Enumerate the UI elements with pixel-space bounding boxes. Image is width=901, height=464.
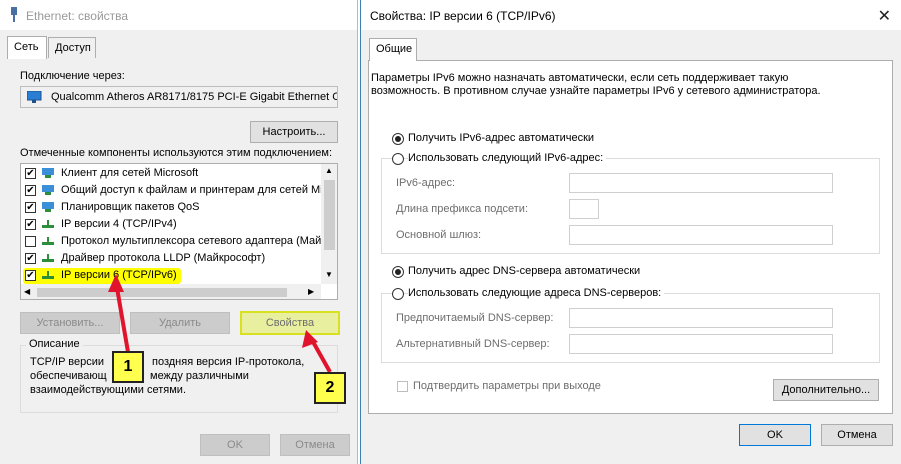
- component-label: Драйвер протокола LLDP (Майкрософт): [61, 252, 266, 264]
- ok-button[interactable]: OK: [200, 434, 270, 456]
- protocol-icon: [42, 220, 54, 228]
- prefix-length-field[interactable]: [569, 199, 599, 219]
- ipv6-address-label: IPv6-адрес:: [396, 177, 456, 189]
- network-service-icon: [42, 185, 54, 195]
- network-adapter-icon: [11, 7, 17, 22]
- list-item[interactable]: Протокол мультиплексора сетевого адаптер…: [21, 234, 321, 250]
- component-label: Клиент для сетей Microsoft: [61, 167, 199, 179]
- remove-button[interactable]: Удалить: [130, 312, 230, 334]
- title-bar: Свойства: IP версии 6 (TCP/IPv6) ✕: [361, 0, 901, 30]
- checkbox[interactable]: ✔: [25, 202, 36, 213]
- list-item[interactable]: ✔ Общий доступ к файлам и принтерам для …: [21, 183, 323, 199]
- advanced-button[interactable]: Дополнительно...: [773, 379, 879, 401]
- components-rows: ✔ Клиент для сетей Microsoft ✔ Общий дос…: [21, 164, 323, 284]
- manual-ip-radio[interactable]: [392, 153, 404, 165]
- validate-label: Подтвердить параметры при выходе: [413, 380, 601, 392]
- alternate-dns-label: Альтернативный DNS-сервер:: [396, 338, 550, 350]
- adapter-name: Qualcomm Atheros AR8171/8175 PCI-E Gigab…: [51, 91, 338, 103]
- annotation-badge-1: 1: [112, 351, 144, 383]
- checkbox[interactable]: ✔: [25, 219, 36, 230]
- list-item[interactable]: ✔ Драйвер протокола LLDP (Майкрософт): [21, 251, 321, 267]
- checkbox[interactable]: ✔: [25, 253, 36, 264]
- network-client-icon: [42, 168, 54, 178]
- component-label: IP версии 4 (TCP/IPv4): [61, 218, 177, 230]
- list-item-selected[interactable]: ✔ IP версии 6 (TCP/IPv6): [23, 268, 181, 284]
- cancel-button[interactable]: Отмена: [821, 424, 893, 446]
- scroll-thumb-h[interactable]: [37, 288, 287, 297]
- component-label: IP версии 6 (TCP/IPv6): [61, 269, 177, 281]
- list-item[interactable]: ✔ Клиент для сетей Microsoft: [21, 166, 321, 182]
- tab-network[interactable]: Сеть: [7, 36, 47, 59]
- description-line-3: взаимодействующими сетями.: [30, 384, 187, 396]
- validate-checkbox[interactable]: [397, 381, 408, 392]
- protocol-icon: [42, 237, 54, 245]
- cancel-button[interactable]: Отмена: [280, 434, 350, 456]
- description-title: Описание: [26, 338, 83, 350]
- description-suffix-1: поздняя версия IP-протокола,: [152, 356, 305, 368]
- connect-using-label: Подключение через:: [20, 70, 125, 82]
- list-item[interactable]: ✔ Планировщик пакетов QoS: [21, 200, 321, 216]
- prefix-length-label: Длина префикса подсети:: [396, 203, 528, 215]
- manual-dns-radio[interactable]: [392, 288, 404, 300]
- intro-line-1: Параметры IPv6 можно назначать автоматич…: [371, 72, 789, 84]
- manual-dns-label: Использовать следующие адреса DNS-сервер…: [408, 287, 665, 299]
- list-item[interactable]: ✔ IP версии 4 (TCP/IPv4): [21, 217, 321, 233]
- auto-ip-radio[interactable]: [392, 133, 404, 145]
- components-label: Отмеченные компоненты используются этим …: [20, 147, 333, 159]
- adapter-field: Qualcomm Atheros AR8171/8175 PCI-E Gigab…: [20, 86, 338, 108]
- tab-general[interactable]: Общие: [369, 38, 417, 61]
- window-title: Свойства: IP версии 6 (TCP/IPv6): [370, 9, 556, 23]
- properties-button[interactable]: Свойства: [240, 311, 340, 335]
- gateway-field[interactable]: [569, 225, 833, 245]
- manual-ip-label: Использовать следующий IPv6-адрес:: [408, 152, 607, 164]
- protocol-icon: [42, 271, 54, 279]
- close-icon[interactable]: ✕: [878, 6, 891, 26]
- auto-dns-label: Получить адрес DNS-сервера автоматически: [408, 265, 641, 277]
- ipv6-address-field[interactable]: [569, 173, 833, 193]
- component-label: Общий доступ к файлам и принтерам для се…: [61, 184, 323, 196]
- ethernet-properties-window: Ethernet: свойства Сеть Доступ Подключен…: [0, 0, 358, 464]
- checkbox[interactable]: ✔: [25, 270, 36, 281]
- auto-dns-radio[interactable]: [392, 266, 404, 278]
- alternate-dns-field[interactable]: [569, 334, 833, 354]
- network-service-icon: [42, 202, 54, 212]
- preferred-dns-label: Предпочитаемый DNS-сервер:: [396, 312, 554, 324]
- network-adapter-icon: [27, 91, 42, 103]
- scroll-up-icon[interactable]: ▲: [325, 166, 333, 175]
- auto-ip-label: Получить IPv6-адрес автоматически: [408, 132, 595, 144]
- checkbox[interactable]: [25, 236, 36, 247]
- component-label: Протокол мультиплексора сетевого адаптер…: [61, 235, 322, 247]
- scroll-thumb[interactable]: [324, 180, 335, 250]
- window-title: Ethernet: свойства: [26, 9, 129, 23]
- intro-line-2: возможность. В противном случае узнайте …: [371, 85, 821, 97]
- description-line-1: TCP/IP версии: [30, 356, 105, 368]
- ok-button[interactable]: OK: [739, 424, 811, 446]
- protocol-icon: [42, 254, 54, 262]
- title-bar: Ethernet: свойства: [0, 0, 357, 30]
- description-suffix-2: между различными: [150, 370, 249, 382]
- tab-sharing[interactable]: Доступ: [48, 37, 96, 58]
- checkbox[interactable]: ✔: [25, 185, 36, 196]
- scroll-left-icon[interactable]: ◀: [24, 287, 30, 296]
- gateway-label: Основной шлюз:: [396, 229, 482, 241]
- annotation-badge-2: 2: [314, 372, 346, 404]
- component-label: Планировщик пакетов QoS: [61, 201, 200, 213]
- vertical-scrollbar[interactable]: ▲ ▼: [321, 164, 337, 284]
- ipv6-properties-window: Свойства: IP версии 6 (TCP/IPv6) ✕ Общие…: [360, 0, 901, 464]
- scroll-down-icon[interactable]: ▼: [325, 270, 333, 279]
- components-list: ✔ Клиент для сетей Microsoft ✔ Общий дос…: [20, 163, 338, 300]
- preferred-dns-field[interactable]: [569, 308, 833, 328]
- checkbox[interactable]: ✔: [25, 168, 36, 179]
- scroll-right-icon[interactable]: ▶: [308, 287, 314, 296]
- install-button[interactable]: Установить...: [20, 312, 120, 334]
- horizontal-scrollbar[interactable]: ◀ ▶: [21, 284, 321, 299]
- configure-button[interactable]: Настроить...: [250, 121, 338, 143]
- description-line-2: обеспечивающ: [30, 370, 107, 382]
